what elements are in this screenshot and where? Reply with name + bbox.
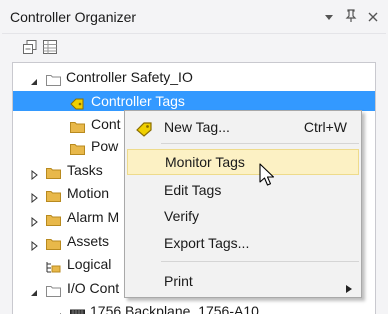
- menu-item-label: Monitor Tags: [165, 154, 245, 170]
- close-icon[interactable]: [366, 11, 380, 25]
- grid-view-icon[interactable]: [42, 39, 58, 55]
- folder-icon: [46, 187, 61, 202]
- tree-item-label: Motion: [67, 185, 110, 201]
- menu-item-label: Export Tags...: [164, 235, 250, 251]
- tree-item-label: Cont: [91, 116, 121, 132]
- controller-organizer-panel: Controller Organizer Controller Safety_I…: [0, 0, 388, 314]
- collapsed-arrow-icon[interactable]: [29, 188, 39, 204]
- mouse-cursor-icon: [258, 163, 278, 189]
- menu-item-shortcut: Ctrl+W: [303, 119, 347, 135]
- collapsed-arrow-icon[interactable]: [29, 236, 39, 252]
- menu-item-monitor-tags[interactable]: Monitor Tags: [127, 149, 359, 175]
- folder-icon: [46, 71, 61, 86]
- folder-icon: [46, 235, 61, 250]
- folder-icon: [46, 282, 61, 297]
- tree-item-label: Alarm M: [67, 209, 120, 225]
- expanded-arrow-icon[interactable]: [53, 306, 63, 314]
- panel-titlebar: Controller Organizer: [2, 2, 386, 32]
- menu-item-label: Edit Tags: [164, 182, 222, 198]
- folder-icon: [46, 164, 61, 179]
- collapse-all-icon[interactable]: [22, 39, 38, 55]
- menu-separator: [161, 261, 359, 262]
- submenu-arrow-icon: [345, 276, 353, 293]
- tree-item-controller-tags[interactable]: Controller Tags: [13, 91, 375, 111]
- tree-item-label: I/O Cont: [67, 280, 120, 296]
- menu-item-new-tag[interactable]: New Tag... Ctrl+W: [127, 114, 359, 140]
- folder-icon: [70, 118, 85, 133]
- tree-item-label: Controller Tags: [91, 93, 185, 109]
- tree-item-controller[interactable]: Controller Safety_IO: [13, 67, 375, 87]
- expanded-arrow-icon[interactable]: [29, 283, 39, 296]
- tag-icon: [70, 95, 85, 110]
- menu-item-export-tags[interactable]: Export Tags...: [127, 230, 359, 256]
- dropdown-arrow-icon[interactable]: [322, 11, 336, 25]
- menu-item-print[interactable]: Print: [127, 268, 359, 294]
- tree-item-label: Controller Safety_IO: [66, 69, 193, 85]
- organizer-toolbar: [2, 33, 386, 60]
- menu-separator: [161, 143, 359, 144]
- tree-item-backplane[interactable]: 1756 Backplane, 1756-A10: [13, 301, 375, 314]
- folder-icon: [46, 211, 61, 226]
- menu-item-verify[interactable]: Verify: [127, 203, 359, 229]
- logical-model-icon: [46, 258, 61, 273]
- collapsed-arrow-icon[interactable]: [29, 165, 39, 181]
- tree-item-label: 1756 Backplane, 1756-A10: [90, 303, 259, 314]
- titlebar-icons: [322, 9, 380, 26]
- tag-icon: [135, 119, 153, 137]
- menu-item-label: Verify: [164, 208, 200, 224]
- context-menu: New Tag... Ctrl+W Monitor Tags Edit Tags…: [124, 110, 362, 298]
- tree-item-label: Logical: [67, 256, 112, 272]
- folder-icon: [70, 140, 85, 155]
- menu-item-label: Print: [164, 273, 193, 289]
- panel-title: Controller Organizer: [10, 9, 137, 25]
- menu-item-label: New Tag...: [164, 119, 230, 135]
- menu-item-edit-tags[interactable]: Edit Tags: [127, 177, 359, 203]
- tree-item-label: Tasks: [67, 162, 103, 178]
- pin-icon[interactable]: [344, 9, 358, 26]
- expanded-arrow-icon[interactable]: [29, 72, 39, 85]
- tree-item-label: Pow: [91, 138, 119, 154]
- backplane-icon: [70, 305, 85, 314]
- collapsed-arrow-icon[interactable]: [29, 212, 39, 228]
- tree-item-label: Assets: [67, 233, 110, 249]
